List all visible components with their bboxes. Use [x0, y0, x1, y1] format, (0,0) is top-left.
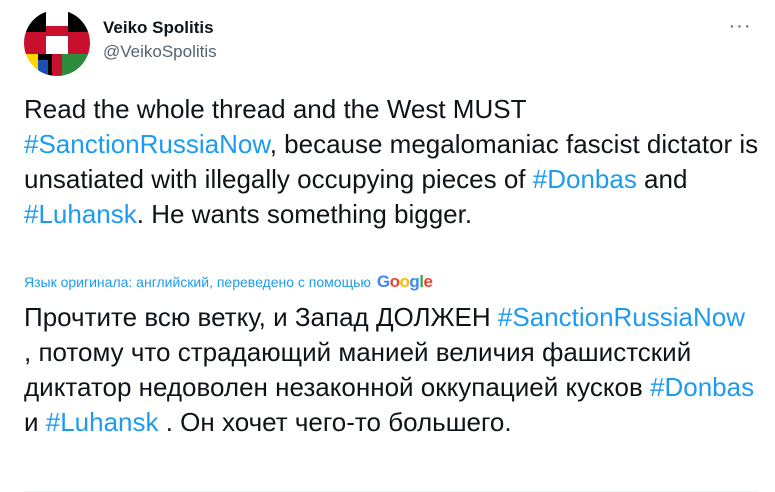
tweet-text-translated: Прочтите всю ветку, и Запад ДОЛЖЕН #Sanc…	[24, 300, 759, 440]
hashtag-donbas[interactable]: #Donbas	[650, 372, 754, 402]
flag-mosaic-avatar-icon	[24, 10, 90, 76]
tweet-text-segment: and	[636, 164, 688, 194]
more-options-icon[interactable]: ···	[725, 14, 755, 38]
hashtag-donbas[interactable]: #Donbas	[533, 164, 637, 194]
hashtag-luhansk[interactable]: #Luhansk	[24, 199, 137, 229]
author-handle[interactable]: @VeikoSpolitis	[103, 42, 217, 62]
author-avatar[interactable]	[24, 10, 90, 76]
hashtag-sanctionrussianow[interactable]: #SanctionRussiaNow	[24, 129, 270, 159]
translation-note-text: Язык оригинала: английский, переведено с…	[24, 274, 371, 290]
tweet-text-segment: , потому что страдающий манией величия ф…	[24, 337, 692, 402]
tweet-text-original: Read the whole thread and the West MUST …	[24, 92, 759, 232]
tweet-text-segment: Прочтите всю ветку, и Запад ДОЛЖЕН	[24, 302, 498, 332]
translation-attribution[interactable]: Язык оригинала: английский, переведено с…	[24, 272, 433, 292]
tweet-text-segment: . He wants something bigger.	[136, 199, 473, 229]
tweet-card: Veiko Spolitis @VeikoSpolitis ··· Read t…	[0, 0, 775, 492]
hashtag-luhansk[interactable]: #Luhansk	[46, 407, 159, 437]
tweet-text-segment: Read the whole thread and the West MUST	[24, 94, 526, 124]
tweet-text-segment: . Он хочет чего-то большего.	[158, 407, 512, 437]
author-name[interactable]: Veiko Spolitis	[103, 18, 214, 38]
tweet-text-segment: и	[24, 407, 46, 437]
hashtag-sanctionrussianow[interactable]: #SanctionRussiaNow	[498, 302, 745, 332]
google-logo: Google	[376, 272, 433, 291]
